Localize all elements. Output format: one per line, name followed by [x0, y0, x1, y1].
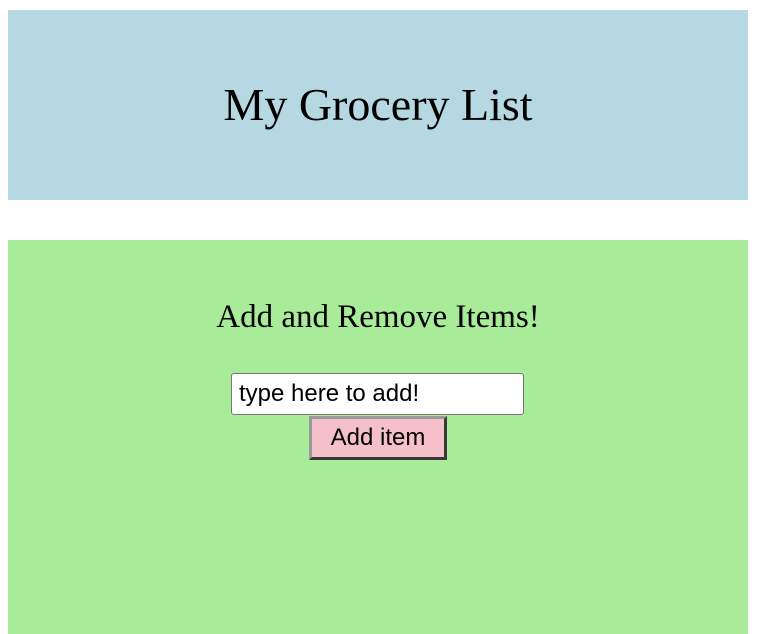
add-item-input[interactable]: [231, 373, 524, 415]
add-item-button[interactable]: Add item: [309, 416, 447, 460]
add-remove-panel: Add and Remove Items! Add item: [8, 240, 748, 634]
panel-heading: Add and Remove Items!: [216, 299, 540, 335]
page-title: My Grocery List: [223, 79, 533, 130]
page-header: My Grocery List: [8, 10, 748, 200]
